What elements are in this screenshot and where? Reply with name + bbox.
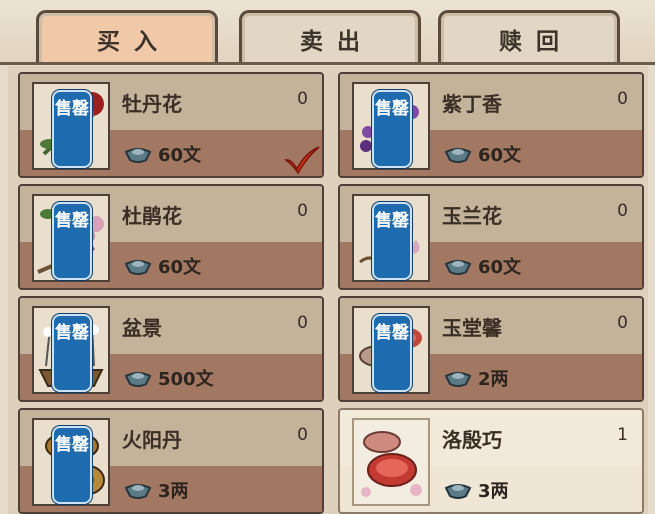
item-card[interactable]: 售罄 盆景 0 500文 (18, 296, 324, 402)
tab-redeem[interactable]: 赎回 (438, 10, 620, 65)
azalea-icon: 售罄 (32, 194, 110, 282)
item-card[interactable]: 售罄 紫丁香 0 60文 (338, 72, 644, 178)
sold-out-seal: 售罄 (372, 314, 412, 392)
lilac-icon: 售罄 (352, 82, 430, 170)
item-count: 0 (617, 313, 628, 333)
silver-ingot-icon (444, 484, 472, 499)
sold-out-seal: 售罄 (52, 314, 92, 392)
item-price: 60文 (124, 253, 201, 279)
tab-sell-label: 卖出 (300, 29, 374, 55)
item-price-label: 60文 (478, 145, 522, 166)
item-count: 0 (297, 89, 308, 109)
item-count: 0 (297, 201, 308, 221)
item-count: 0 (297, 313, 308, 333)
checkmark-icon (284, 146, 320, 175)
sold-out-seal: 售罄 (52, 202, 92, 280)
rouge-box-icon: 售罄 (352, 306, 430, 394)
sold-out-seal: 售罄 (52, 426, 92, 504)
item-name: 玉兰花 (442, 204, 502, 228)
silver-ingot-icon (444, 372, 472, 387)
bonsai-icon: 售罄 (32, 306, 110, 394)
sold-out-seal: 售罄 (372, 90, 412, 168)
silver-ingot-icon (124, 372, 152, 387)
tab-redeem-label: 赎回 (499, 29, 573, 55)
sold-out-seal: 售罄 (372, 202, 412, 280)
item-count: 0 (617, 89, 628, 109)
tab-sell[interactable]: 卖出 (239, 10, 421, 65)
item-price-label: 2两 (478, 369, 509, 390)
incense-box-icon: 售罄 (32, 418, 110, 506)
item-price-label: 3两 (478, 481, 509, 502)
silver-ingot-icon (444, 148, 472, 163)
item-card[interactable]: 售罄 火阳丹 0 3两 (18, 408, 324, 514)
item-name: 玉堂馨 (442, 316, 502, 340)
item-name: 杜鹃花 (122, 204, 182, 228)
item-card[interactable]: 售罄 牡丹花 0 60文 (18, 72, 324, 178)
tab-buy[interactable]: 买入 (36, 10, 218, 65)
silver-ingot-icon (124, 484, 152, 499)
item-price-label: 500文 (158, 369, 214, 390)
item-card[interactable]: 洛殷巧 1 3两 (338, 408, 644, 514)
item-count: 0 (297, 425, 308, 445)
item-count: 1 (617, 425, 628, 445)
item-price: 60文 (124, 141, 201, 167)
sold-out-seal: 售罄 (52, 90, 92, 168)
item-name: 盆景 (122, 316, 162, 340)
silver-ingot-icon (124, 260, 152, 275)
item-price-label: 60文 (158, 257, 202, 278)
tab-buy-label: 买入 (97, 29, 171, 55)
item-name: 紫丁香 (442, 92, 502, 116)
silver-ingot-icon (124, 148, 152, 163)
item-price-label: 60文 (478, 257, 522, 278)
item-price: 3两 (444, 477, 509, 503)
item-list: 售罄 牡丹花 0 60文 售罄 紫丁香 0 60文 售罄 杜鹃花 0 60文 售… (8, 66, 648, 514)
item-price-label: 3两 (158, 481, 189, 502)
item-price: 500文 (124, 365, 214, 391)
magnolia-icon: 售罄 (352, 194, 430, 282)
item-count: 0 (617, 201, 628, 221)
item-name: 洛殷巧 (442, 428, 502, 452)
tab-bar: 买入 卖出 赎回 (0, 0, 655, 65)
item-price: 60文 (444, 141, 521, 167)
item-price: 2两 (444, 365, 509, 391)
silver-ingot-icon (444, 260, 472, 275)
item-name: 火阳丹 (122, 428, 182, 452)
item-name: 牡丹花 (122, 92, 182, 116)
item-price: 60文 (444, 253, 521, 279)
item-price-label: 60文 (158, 145, 202, 166)
item-price: 3两 (124, 477, 189, 503)
tab-divider (0, 62, 655, 65)
item-card[interactable]: 售罄 玉兰花 0 60文 (338, 184, 644, 290)
item-card[interactable]: 售罄 杜鹃花 0 60文 (18, 184, 324, 290)
cosmetic-box-icon (352, 418, 430, 506)
peony-icon: 售罄 (32, 82, 110, 170)
item-card[interactable]: 售罄 玉堂馨 0 2两 (338, 296, 644, 402)
